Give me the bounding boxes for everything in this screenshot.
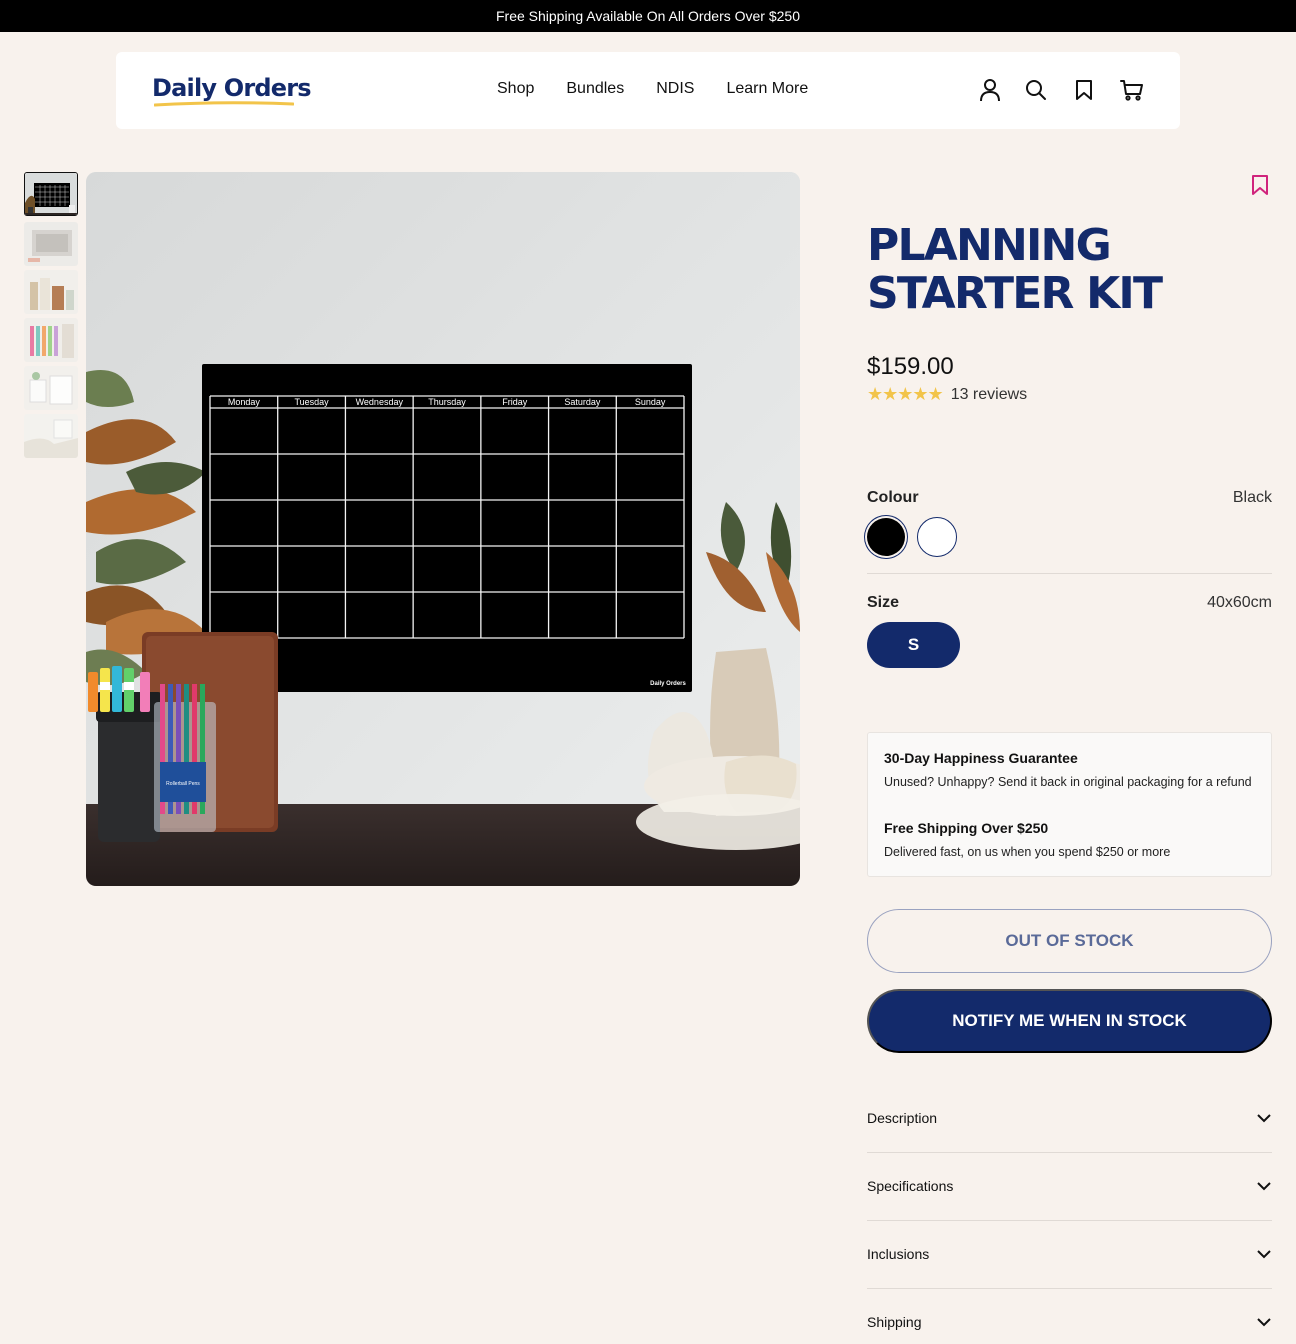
review-count[interactable]: 13 reviews [951, 386, 1027, 404]
colour-label: Colour [867, 489, 919, 506]
accordion-specifications[interactable]: Specifications [867, 1152, 1272, 1220]
account-icon[interactable] [978, 78, 1002, 102]
logo[interactable]: Daily Orders [152, 74, 312, 108]
accordion-label: Description [867, 1110, 938, 1126]
add-to-wishlist-icon[interactable] [1248, 173, 1272, 197]
nav-bundles[interactable]: Bundles [566, 80, 624, 98]
guarantee-title: 30-Day Happiness Guarantee [884, 750, 1078, 766]
chevron-down-icon [1257, 1250, 1271, 1259]
accordion-inclusions[interactable]: Inclusions [867, 1220, 1272, 1288]
accordion-label: Inclusions [867, 1246, 930, 1262]
size-selected: 40x60cm [1207, 594, 1272, 611]
announcement-text: Free Shipping Available On All Orders Ov… [495, 8, 801, 24]
announcement-bar: Free Shipping Available On All Orders Ov… [0, 0, 1296, 32]
cart-icon[interactable] [1120, 78, 1144, 102]
out-of-stock-button[interactable]: OUT OF STOCK [867, 909, 1272, 973]
pen-pack-label: Rollerball Pens [166, 781, 200, 787]
calendar-day-label: Thursday [428, 397, 466, 407]
thumbnail[interactable] [24, 222, 78, 266]
nav-shop[interactable]: Shop [497, 80, 534, 98]
calendar-day-label: Friday [502, 397, 528, 407]
nav-ndis[interactable]: NDIS [656, 80, 694, 98]
product-title-line1: PLANNING [867, 220, 1112, 271]
size-option-s[interactable]: S [867, 622, 960, 668]
logo-underline-icon [154, 101, 294, 107]
thumbnail[interactable] [24, 414, 78, 458]
board-brand-label: Daily Orders [650, 681, 686, 687]
nav-learn-more[interactable]: Learn More [726, 80, 808, 98]
chevron-down-icon [1257, 1114, 1271, 1123]
thumbnail[interactable] [24, 270, 78, 314]
search-icon[interactable] [1024, 78, 1048, 102]
logo-text: Daily Orders [152, 74, 312, 102]
chevron-down-icon [1257, 1182, 1271, 1191]
chevron-down-icon [1257, 1318, 1271, 1327]
product-title-line2: STARTER KIT [867, 268, 1163, 319]
accordion-label: Specifications [867, 1178, 954, 1194]
star-rating-icon: ★★★★★ [867, 384, 944, 404]
accordion-description[interactable]: Description [867, 1084, 1272, 1152]
main-nav: Shop Bundles NDIS Learn More [497, 80, 808, 98]
colour-selected: Black [1232, 489, 1272, 506]
site-header: Daily Orders Shop Bundles NDIS Learn Mor… [116, 52, 1180, 129]
product-title: PLANNING STARTER KIT [867, 222, 1272, 318]
calendar-day-label: Saturday [564, 397, 601, 407]
calendar-day-label: Monday [228, 397, 261, 407]
notify-me-button[interactable]: NOTIFY ME WHEN IN STOCK [867, 989, 1272, 1053]
size-label: Size [867, 594, 900, 611]
free-shipping-title: Free Shipping Over $250 [884, 820, 1049, 836]
guarantee-box: 30-Day Happiness Guarantee Unused? Unhap… [867, 732, 1272, 877]
thumbnail[interactable] [24, 366, 78, 410]
main-product-image[interactable]: Monday Tuesday Wednesday Thursday Friday Satu… [86, 172, 800, 886]
swatch-white[interactable] [917, 517, 957, 557]
calendar-day-label: Sunday [635, 397, 666, 407]
product-price: $159.00 [867, 353, 954, 380]
thumbnail[interactable] [24, 172, 78, 216]
free-shipping-text: Delivered fast, on us when you spend $25… [884, 845, 1171, 859]
wishlist-icon[interactable] [1072, 78, 1096, 102]
accordion-label: Shipping [867, 1314, 922, 1330]
swatch-black[interactable] [867, 518, 905, 556]
accordion-shipping[interactable]: Shipping [867, 1288, 1272, 1344]
thumbnail[interactable] [24, 318, 78, 362]
calendar-day-label: Wednesday [356, 397, 404, 407]
rating[interactable]: ★★★★★ 13 reviews [867, 384, 1027, 405]
guarantee-text: Unused? Unhappy? Send it back in origina… [884, 775, 1252, 789]
divider [867, 573, 1272, 574]
calendar-day-label: Tuesday [294, 397, 329, 407]
